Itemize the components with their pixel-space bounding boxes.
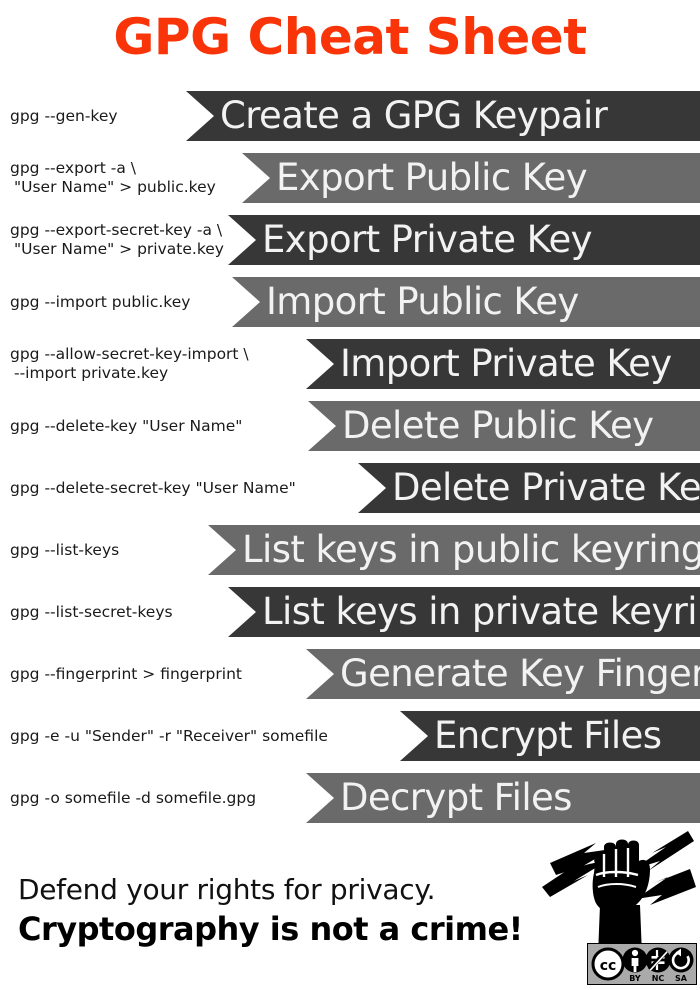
operation-label: Decrypt Files xyxy=(340,776,572,819)
operation-label: Delete Private Key xyxy=(392,466,700,509)
cheatsheet-row: gpg --delete-key "User Name" Delete Publi… xyxy=(0,395,700,457)
cheatsheet-row: gpg --delete-secret-key "User Name" Delet… xyxy=(0,457,700,519)
page-title: GPG Cheat Sheet xyxy=(113,8,587,66)
command-text: gpg --import public.key xyxy=(10,271,190,333)
command-text: gpg -e -u "Sender" -r "Receiver" somefil… xyxy=(10,705,328,767)
cheatsheet-row: gpg --gen-key Create a GPG Keypair xyxy=(0,85,700,147)
footer-slogan: Cryptography is not a crime! xyxy=(18,910,523,948)
command-text: gpg --delete-key "User Name" xyxy=(10,395,242,457)
command-text: gpg --export -a \ "User Name" > public.ke… xyxy=(10,147,216,209)
operation-banner: Create a GPG Keypair xyxy=(186,91,700,141)
operation-label: Import Public Key xyxy=(266,280,579,323)
creative-commons-license-badge[interactable]: cc BY NC SA xyxy=(587,943,697,985)
operation-banner: Generate Key Fingerprint xyxy=(306,649,700,699)
command-line-2: --import private.key xyxy=(14,364,169,382)
command-line-1: gpg --import public.key xyxy=(10,292,191,311)
operation-label: List keys in public keyring xyxy=(242,528,700,571)
command-text: gpg --allow-secret-key-import \ --import … xyxy=(10,333,249,395)
raised-fist-with-lightning-icon xyxy=(542,831,696,955)
by-label: BY xyxy=(629,974,641,983)
operation-banner: Delete Public Key xyxy=(308,401,700,451)
operation-label: List keys in private keyring xyxy=(262,590,700,633)
operation-label: Delete Public Key xyxy=(342,404,654,447)
command-line-1: gpg --list-secret-keys xyxy=(10,602,173,621)
command-line-1: gpg --fingerprint > fingerprint xyxy=(10,664,242,683)
command-line-1: gpg -o somefile -d somefile.gpg xyxy=(10,788,257,807)
cheatsheet-row: gpg --allow-secret-key-import \ --import … xyxy=(0,333,700,395)
operation-banner: Export Private Key xyxy=(228,215,700,265)
operation-banner: Import Private Key xyxy=(306,339,700,389)
command-line-1: gpg --list-keys xyxy=(10,540,120,559)
operation-label: Generate Key Fingerprint xyxy=(340,652,700,695)
cheatsheet-row-list: gpg --gen-key Create a GPG Keypair gpg --e… xyxy=(0,85,700,829)
sa-label: SA xyxy=(675,974,688,983)
operation-label: Encrypt Files xyxy=(434,714,662,757)
cheatsheet-row: gpg --fingerprint > fingerprint Generate … xyxy=(0,643,700,705)
operation-label: Create a GPG Keypair xyxy=(220,94,608,137)
footer-tagline: Defend your rights for privacy. xyxy=(18,873,436,906)
by-icon xyxy=(622,947,648,973)
command-line-1: gpg --export -a \ xyxy=(10,159,137,177)
cheatsheet-row: gpg --list-keys List keys in public keyri… xyxy=(0,519,700,581)
command-line-1: gpg --delete-secret-key "User Name" xyxy=(10,478,296,497)
cheatsheet-row: gpg --export-secret-key -a \ "User Name" … xyxy=(0,209,700,271)
nc-label: NC xyxy=(652,974,665,983)
nc-icon xyxy=(645,947,671,973)
cc-icon: cc xyxy=(591,947,625,981)
cheatsheet-row: gpg -o somefile -d somefile.gpg Decrypt F… xyxy=(0,767,700,829)
cheatsheet-row: gpg -e -u "Sender" -r "Receiver" somefil… xyxy=(0,705,700,767)
command-text: gpg --export-secret-key -a \ "User Name" … xyxy=(10,209,224,271)
operation-banner: Decrypt Files xyxy=(306,773,700,823)
command-line-2: "User Name" > private.key xyxy=(14,240,224,258)
operation-banner: List keys in public keyring xyxy=(208,525,700,575)
command-text: gpg --fingerprint > fingerprint xyxy=(10,643,242,705)
command-text: gpg --list-secret-keys xyxy=(10,581,173,643)
command-line-2: "User Name" > public.key xyxy=(14,178,216,196)
command-text: gpg -o somefile -d somefile.gpg xyxy=(10,767,256,829)
command-text: gpg --gen-key xyxy=(10,85,118,147)
operation-label: Export Private Key xyxy=(262,218,593,261)
cheatsheet-row: gpg --export -a \ "User Name" > public.ke… xyxy=(0,147,700,209)
operation-banner: Delete Private Key xyxy=(358,463,700,513)
command-line-1: gpg --allow-secret-key-import \ xyxy=(10,345,249,363)
footer: Defend your rights for privacy. Cryptogr… xyxy=(0,831,700,990)
command-text: gpg --list-keys xyxy=(10,519,119,581)
cheatsheet-row: gpg --list-secret-keys List keys in priva… xyxy=(0,581,700,643)
operation-banner: List keys in private keyring xyxy=(228,587,700,637)
operation-label: Export Public Key xyxy=(276,156,588,199)
operation-banner: Import Public Key xyxy=(232,277,700,327)
operation-label: Import Private Key xyxy=(340,342,672,385)
cheatsheet-row: gpg --import public.key Import Public Key xyxy=(0,271,700,333)
operation-banner: Encrypt Files xyxy=(400,711,700,761)
command-line-1: gpg --delete-key "User Name" xyxy=(10,416,243,435)
svg-text:cc: cc xyxy=(600,958,617,974)
command-line-1: gpg -e -u "Sender" -r "Receiver" somefil… xyxy=(10,726,328,745)
sa-icon xyxy=(668,947,694,973)
command-text: gpg --delete-secret-key "User Name" xyxy=(10,457,296,519)
command-line-1: gpg --export-secret-key -a \ xyxy=(10,221,223,239)
operation-banner: Export Public Key xyxy=(242,153,700,203)
command-line-1: gpg --gen-key xyxy=(10,106,118,125)
